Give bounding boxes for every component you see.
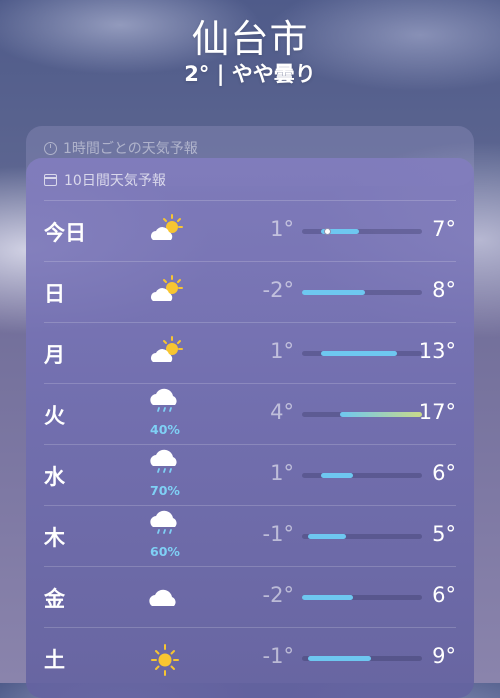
forecast-row[interactable]: 木 60% -1° 5° xyxy=(44,505,456,566)
temperature-range-bar xyxy=(302,534,422,539)
high-temperature: 6° xyxy=(432,461,456,485)
hourly-forecast-label: 1時間ごとの天気予報 xyxy=(63,141,198,157)
temperature-range-bar xyxy=(302,290,422,295)
forecast-row[interactable]: 日 -2° 8° xyxy=(44,261,456,322)
partly-sunny-icon xyxy=(144,209,186,253)
clock-icon xyxy=(44,141,57,155)
rain-cloud-icon xyxy=(144,443,186,487)
forecast-day: 金 xyxy=(44,587,65,611)
temperature-range-bar xyxy=(302,595,422,600)
current-condition: 2° | やや曇り xyxy=(184,62,316,86)
sun-icon xyxy=(144,636,186,680)
forecast-row[interactable]: 土 -1° 9° xyxy=(44,627,456,688)
low-temperature: 4° xyxy=(270,400,294,424)
temperature-range-bar xyxy=(302,351,422,356)
forecast-day: 月 xyxy=(44,343,65,367)
city-name: 仙台市 xyxy=(191,17,309,61)
temperature-range-fill xyxy=(320,351,397,356)
precipitation-chance: 70% xyxy=(150,483,180,498)
partly-sunny-icon xyxy=(144,331,186,375)
forecast-day: 火 xyxy=(44,404,65,428)
precipitation-chance: 60% xyxy=(150,544,180,559)
forecast-day: 今日 xyxy=(44,221,86,245)
calendar-icon xyxy=(44,174,57,186)
forecast-day: 木 xyxy=(44,526,65,550)
temperature-range-fill xyxy=(339,412,422,417)
ten-day-forecast-card[interactable]: 10日間天気予報 今日 1° 7° 日 -2° 8° 月 1° 13° 火 40% 4° 17° 水 70%… xyxy=(26,158,474,698)
temperature-range-fill xyxy=(308,534,347,539)
forecast-row[interactable]: 水 70% 1° 6° xyxy=(44,444,456,505)
cloud-icon xyxy=(144,575,186,619)
low-temperature: -1° xyxy=(262,522,294,546)
forecast-day: 日 xyxy=(44,282,65,306)
precipitation-chance: 40% xyxy=(150,422,180,437)
high-temperature: 13° xyxy=(418,339,456,363)
high-temperature: 7° xyxy=(432,217,456,241)
temperature-range-bar xyxy=(302,656,422,661)
temperature-range-fill xyxy=(302,290,366,295)
temperature-range-fill xyxy=(320,473,353,478)
rain-cloud-icon xyxy=(144,504,186,548)
low-temperature: 1° xyxy=(270,339,294,363)
high-temperature: 6° xyxy=(432,583,456,607)
low-temperature: -2° xyxy=(262,583,294,607)
forecast-row[interactable]: 月 1° 13° xyxy=(44,322,456,383)
low-temperature: -2° xyxy=(262,278,294,302)
high-temperature: 9° xyxy=(432,644,456,668)
partly-sunny-icon xyxy=(144,270,186,314)
forecast-row[interactable]: 今日 1° 7° xyxy=(44,200,456,261)
forecast-row[interactable]: 金 -2° 6° xyxy=(44,566,456,627)
high-temperature: 17° xyxy=(418,400,456,424)
forecast-row[interactable]: 火 40% 4° 17° xyxy=(44,383,456,444)
low-temperature: 1° xyxy=(270,461,294,485)
low-temperature: 1° xyxy=(270,217,294,241)
forecast-day: 水 xyxy=(44,465,65,489)
low-temperature: -1° xyxy=(262,644,294,668)
temperature-range-fill xyxy=(308,656,372,661)
temperature-range-bar xyxy=(302,473,422,478)
rain-cloud-icon xyxy=(144,382,186,426)
ten-day-forecast-label: 10日間天気予報 xyxy=(64,173,166,189)
hourly-forecast-header: 1時間ごとの天気予報 xyxy=(44,138,198,158)
high-temperature: 5° xyxy=(432,522,456,546)
temperature-range-bar xyxy=(302,228,422,235)
temperature-range-bar xyxy=(302,412,422,417)
temperature-range-fill xyxy=(302,595,353,600)
ten-day-forecast-header: 10日間天気予報 xyxy=(44,170,166,190)
high-temperature: 8° xyxy=(432,278,456,302)
forecast-day: 土 xyxy=(44,648,65,672)
